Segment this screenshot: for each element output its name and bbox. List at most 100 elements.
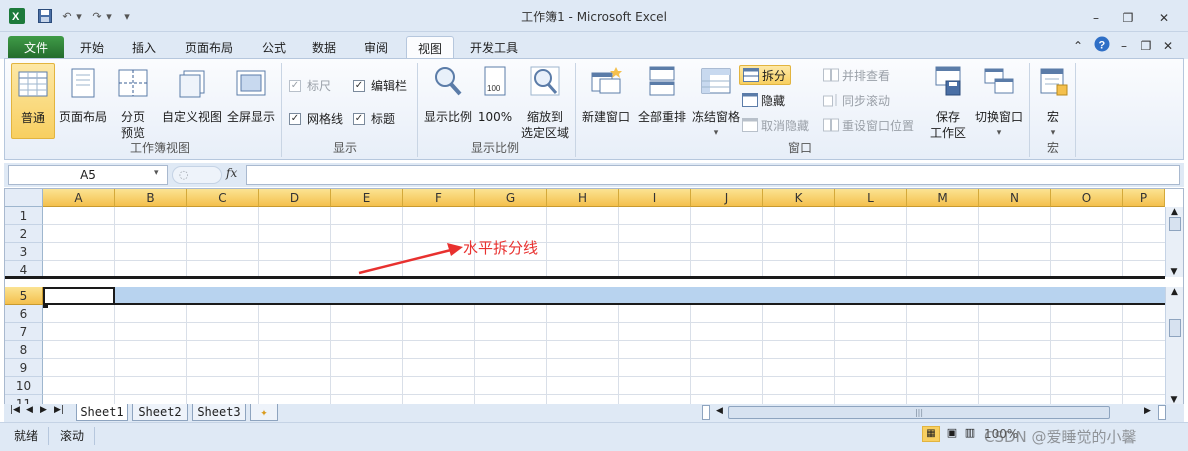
- unhide-button[interactable]: 取消隐藏: [742, 115, 809, 135]
- headings-checkbox[interactable]: ✓ 标题: [353, 110, 395, 127]
- column-header-e[interactable]: E: [331, 189, 403, 207]
- close-icon[interactable]: ✕: [1150, 10, 1178, 26]
- column-header-f[interactable]: F: [403, 189, 475, 207]
- page-layout-status-icon[interactable]: ▣: [944, 426, 960, 442]
- column-header-p[interactable]: P: [1123, 189, 1165, 207]
- sheet-tab-3[interactable]: Sheet3: [192, 404, 246, 421]
- column-header-j[interactable]: J: [691, 189, 763, 207]
- page-break-preview-button[interactable]: 分页 预览: [111, 67, 155, 141]
- insert-sheet-icon[interactable]: ✦: [250, 404, 278, 421]
- scroll-up-icon[interactable]: ▲: [1166, 207, 1183, 217]
- scroll-thumb[interactable]: [1168, 319, 1181, 337]
- column-header-o[interactable]: O: [1051, 189, 1123, 207]
- restore-icon[interactable]: ❐: [1114, 10, 1142, 26]
- ruler-checkbox[interactable]: ✓ 标尺: [289, 77, 331, 94]
- last-sheet-icon[interactable]: ▶|: [54, 405, 64, 415]
- zoom-100-button[interactable]: 100 100%: [477, 65, 513, 125]
- name-box-dropdown-icon[interactable]: ▾: [154, 168, 159, 178]
- vertical-split-handle[interactable]: [1158, 405, 1166, 420]
- row-header-8[interactable]: 8: [5, 341, 43, 359]
- tab-file[interactable]: 文件: [8, 36, 64, 59]
- hide-button[interactable]: 隐藏: [742, 90, 785, 110]
- sync-scroll-button[interactable]: 同步滚动: [823, 90, 890, 110]
- arrange-all-button[interactable]: 全部重排: [635, 65, 689, 125]
- tab-formulas[interactable]: 公式: [252, 36, 296, 59]
- window-title: 工作簿1 - Microsoft Excel: [521, 10, 667, 24]
- normal-view-button[interactable]: 普通: [11, 63, 55, 139]
- first-sheet-icon[interactable]: |◀: [10, 405, 20, 415]
- formula-input[interactable]: [246, 165, 1180, 185]
- tab-data[interactable]: 数据: [302, 36, 346, 59]
- split-button[interactable]: 拆分: [739, 65, 791, 85]
- save-workspace-button[interactable]: 保存 工作区: [925, 65, 971, 141]
- gridlines-checkbox[interactable]: ✓ 网格线: [289, 110, 343, 127]
- tab-review[interactable]: 审阅: [354, 36, 398, 59]
- column-header-c[interactable]: C: [187, 189, 259, 207]
- workbook-close-icon[interactable]: ✕: [1160, 38, 1176, 54]
- row-header-10[interactable]: 10: [5, 377, 43, 395]
- row-header-2[interactable]: 2: [5, 225, 43, 243]
- scroll-left-icon[interactable]: ◀: [716, 406, 723, 416]
- row-header-7[interactable]: 7: [5, 323, 43, 341]
- zoom-button[interactable]: 显示比例: [421, 65, 475, 125]
- tab-insert[interactable]: 插入: [122, 36, 166, 59]
- gridline: [43, 260, 1165, 261]
- tab-developer[interactable]: 开发工具: [462, 36, 526, 59]
- scroll-right-icon[interactable]: ▶: [1144, 406, 1151, 416]
- tab-split-handle[interactable]: [702, 405, 710, 420]
- scroll-up-icon[interactable]: ▲: [1166, 287, 1183, 297]
- view-side-by-side-button[interactable]: 并排查看: [823, 65, 890, 85]
- spreadsheet-grid[interactable]: ABCDEFGHIJKLMNOP 1234 567891011 ▲ ▼ ▲ ▼ …: [4, 188, 1184, 413]
- status-bar: 就绪 滚动 ▦ ▣ ▥ 100% CSDN @爱睡觉的小馨: [0, 422, 1188, 451]
- magnifier-icon: [435, 67, 462, 96]
- minimize-icon[interactable]: –: [1082, 10, 1110, 26]
- normal-view-status-icon[interactable]: ▦: [922, 426, 940, 442]
- column-header-m[interactable]: M: [907, 189, 979, 207]
- new-window-button[interactable]: 新建窗口: [579, 65, 633, 125]
- full-screen-button[interactable]: 全屏显示: [225, 67, 277, 125]
- macros-button[interactable]: 宏 ▾: [1035, 65, 1071, 141]
- custom-views-button[interactable]: 自定义视图: [159, 67, 225, 125]
- column-header-a[interactable]: A: [43, 189, 115, 207]
- column-header-n[interactable]: N: [979, 189, 1051, 207]
- workbook-restore-icon[interactable]: ❐: [1138, 38, 1154, 54]
- prev-sheet-icon[interactable]: ◀: [26, 405, 33, 415]
- horizontal-scrollbar[interactable]: |||: [728, 406, 1110, 419]
- select-all-corner[interactable]: [5, 189, 43, 207]
- next-sheet-icon[interactable]: ▶: [40, 405, 47, 415]
- workbook-minimize-icon[interactable]: –: [1116, 38, 1132, 54]
- row-header-3[interactable]: 3: [5, 243, 43, 261]
- formula-divider-handle[interactable]: ◌: [172, 166, 222, 184]
- page-break-status-icon[interactable]: ▥: [962, 426, 978, 442]
- row-header-9[interactable]: 9: [5, 359, 43, 377]
- row-header-6[interactable]: 6: [5, 305, 43, 323]
- column-header-i[interactable]: I: [619, 189, 691, 207]
- tab-page-layout[interactable]: 页面布局: [176, 36, 242, 59]
- freeze-panes-button[interactable]: 冻结窗格 ▾: [689, 65, 743, 141]
- column-header-d[interactable]: D: [259, 189, 331, 207]
- name-box[interactable]: A5: [8, 165, 168, 185]
- insert-function-icon[interactable]: fx: [226, 166, 237, 180]
- scroll-down-icon[interactable]: ▼: [1166, 267, 1182, 277]
- tab-home[interactable]: 开始: [70, 36, 114, 59]
- bottom-pane-scrollbar[interactable]: ▲ ▼: [1165, 287, 1183, 405]
- column-header-k[interactable]: K: [763, 189, 835, 207]
- row-header-1[interactable]: 1: [5, 207, 43, 225]
- column-header-l[interactable]: L: [835, 189, 907, 207]
- minimize-ribbon-icon[interactable]: ⌃: [1070, 38, 1086, 54]
- help-icon[interactable]: ?: [1092, 36, 1112, 52]
- top-pane-scrollbar[interactable]: ▲ ▼: [1165, 207, 1183, 277]
- column-header-b[interactable]: B: [115, 189, 187, 207]
- sheet-tab-2[interactable]: Sheet2: [132, 404, 188, 421]
- page-layout-view-button[interactable]: 页面布局: [57, 67, 109, 125]
- switch-windows-button[interactable]: 切换窗口 ▾: [971, 65, 1027, 141]
- sheet-tab-1[interactable]: Sheet1: [76, 404, 128, 421]
- tab-view[interactable]: 视图: [406, 36, 454, 60]
- zoom-to-selection-button[interactable]: 缩放到 选定区域: [515, 65, 575, 141]
- scroll-thumb[interactable]: [1168, 217, 1181, 231]
- reset-window-position-button[interactable]: 重设窗口位置: [823, 115, 914, 135]
- column-header-h[interactable]: H: [547, 189, 619, 207]
- formula-bar-checkbox[interactable]: ✓ 编辑栏: [353, 77, 407, 94]
- column-header-g[interactable]: G: [475, 189, 547, 207]
- row-header-5[interactable]: 5: [5, 287, 43, 305]
